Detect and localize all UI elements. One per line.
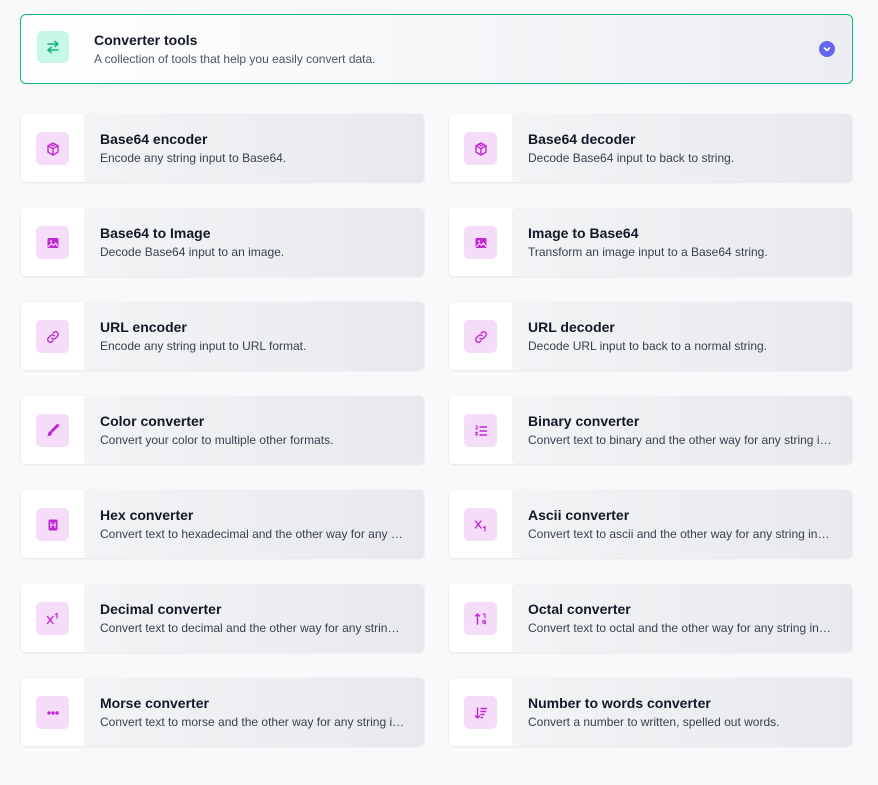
card-body <box>84 584 424 652</box>
tool-description: Convert text to decimal and the other wa… <box>100 621 405 635</box>
calculator-icon <box>36 508 69 541</box>
card-body <box>512 208 852 276</box>
paintbrush-icon <box>36 414 69 447</box>
card-body <box>84 678 424 746</box>
tool-card-url-decoder[interactable]: URL decoder Decode URL input to back to a… <box>449 302 852 370</box>
codesandbox-icon <box>36 132 69 165</box>
tool-card-base64-decoder[interactable]: Base64 decoder Decode Base64 input to bac… <box>449 114 852 182</box>
card-body <box>84 490 424 558</box>
tool-card-base64-encoder[interactable]: Base64 encoder Encode any string input to… <box>21 114 424 182</box>
tool-description: Convert text to morse and the other way … <box>100 715 405 729</box>
card-body <box>512 396 852 464</box>
tool-title: Binary converter <box>528 413 640 429</box>
tool-description: Transform an image input to a Base64 str… <box>528 245 768 259</box>
tool-title: Morse converter <box>100 695 209 711</box>
section-description: A collection of tools that help you easi… <box>94 52 376 66</box>
tool-title: Decimal converter <box>100 601 222 617</box>
card-body <box>512 302 852 370</box>
dots-icon <box>36 696 69 729</box>
tool-title: Octal converter <box>528 601 631 617</box>
tool-card-ascii-converter[interactable]: Ascii converter Convert text to ascii and… <box>449 490 852 558</box>
tool-description: Convert a number to written, spelled out… <box>528 715 780 729</box>
card-body <box>512 584 852 652</box>
tools-grid: Base64 encoder Encode any string input to… <box>21 114 852 746</box>
tool-description: Convert text to ascii and the other way … <box>528 527 833 541</box>
link-icon <box>464 320 497 353</box>
chevron-down-icon[interactable] <box>819 41 835 57</box>
tool-title: Image to Base64 <box>528 225 639 241</box>
link-icon <box>36 320 69 353</box>
converter-tools-header[interactable]: Converter tools A collection of tools th… <box>20 14 853 84</box>
tool-description: Convert text to binary and the other way… <box>528 433 833 447</box>
card-body <box>512 678 852 746</box>
image-icon <box>36 226 69 259</box>
tool-card-hex-converter[interactable]: Hex converter Convert text to hexadecimal… <box>21 490 424 558</box>
tool-card-morse-converter[interactable]: Morse converter Convert text to morse and… <box>21 678 424 746</box>
arrows-exchange-icon <box>37 31 69 63</box>
section-title: Converter tools <box>94 32 198 48</box>
tool-title: Number to words converter <box>528 695 711 711</box>
tool-card-image-to-base64[interactable]: Image to Base64 Transform an image input … <box>449 208 852 276</box>
tool-card-base64-to-image[interactable]: Base64 to Image Decode Base64 input to an… <box>21 208 424 276</box>
tool-card-url-encoder[interactable]: URL encoder Encode any string input to UR… <box>21 302 424 370</box>
codesandbox-icon <box>464 132 497 165</box>
tool-title: Base64 decoder <box>528 131 636 147</box>
card-body <box>84 114 424 182</box>
list-ordered-icon <box>464 414 497 447</box>
tool-card-color-converter[interactable]: Color converter Convert your color to mul… <box>21 396 424 464</box>
tool-description: Encode any string input to URL format. <box>100 339 307 353</box>
tool-title: Base64 to Image <box>100 225 211 241</box>
tool-title: Hex converter <box>100 507 194 523</box>
card-body <box>512 114 852 182</box>
sort-descending-icon <box>464 696 497 729</box>
tool-description: Decode URL input to back to a normal str… <box>528 339 768 353</box>
tool-card-binary-converter[interactable]: Binary converter Convert text to binary a… <box>449 396 852 464</box>
subscript-icon <box>464 508 497 541</box>
image-icon <box>464 226 497 259</box>
tool-title: Color converter <box>100 413 205 429</box>
tool-title: URL encoder <box>100 319 187 335</box>
card-body <box>84 208 424 276</box>
sort-numeric-icon <box>464 602 497 635</box>
tool-description: Convert text to octal and the other way … <box>528 621 833 635</box>
tool-description: Decode Base64 input to back to string. <box>528 151 735 165</box>
tool-card-decimal-converter[interactable]: Decimal converter Convert text to decimal… <box>21 584 424 652</box>
card-body <box>512 490 852 558</box>
card-body <box>84 396 424 464</box>
tool-description: Convert text to hexadecimal and the othe… <box>100 527 405 541</box>
card-body <box>84 302 424 370</box>
tool-title: Ascii converter <box>528 507 630 523</box>
tool-card-number-to-words-converter[interactable]: Number to words converter Convert a numbe… <box>449 678 852 746</box>
superscript-icon <box>36 602 69 635</box>
tool-description: Convert your color to multiple other for… <box>100 433 334 447</box>
tool-description: Encode any string input to Base64. <box>100 151 287 165</box>
tool-title: URL decoder <box>528 319 615 335</box>
tool-description: Decode Base64 input to an image. <box>100 245 285 259</box>
tool-title: Base64 encoder <box>100 131 208 147</box>
tool-card-octal-converter[interactable]: Octal converter Convert text to octal and… <box>449 584 852 652</box>
